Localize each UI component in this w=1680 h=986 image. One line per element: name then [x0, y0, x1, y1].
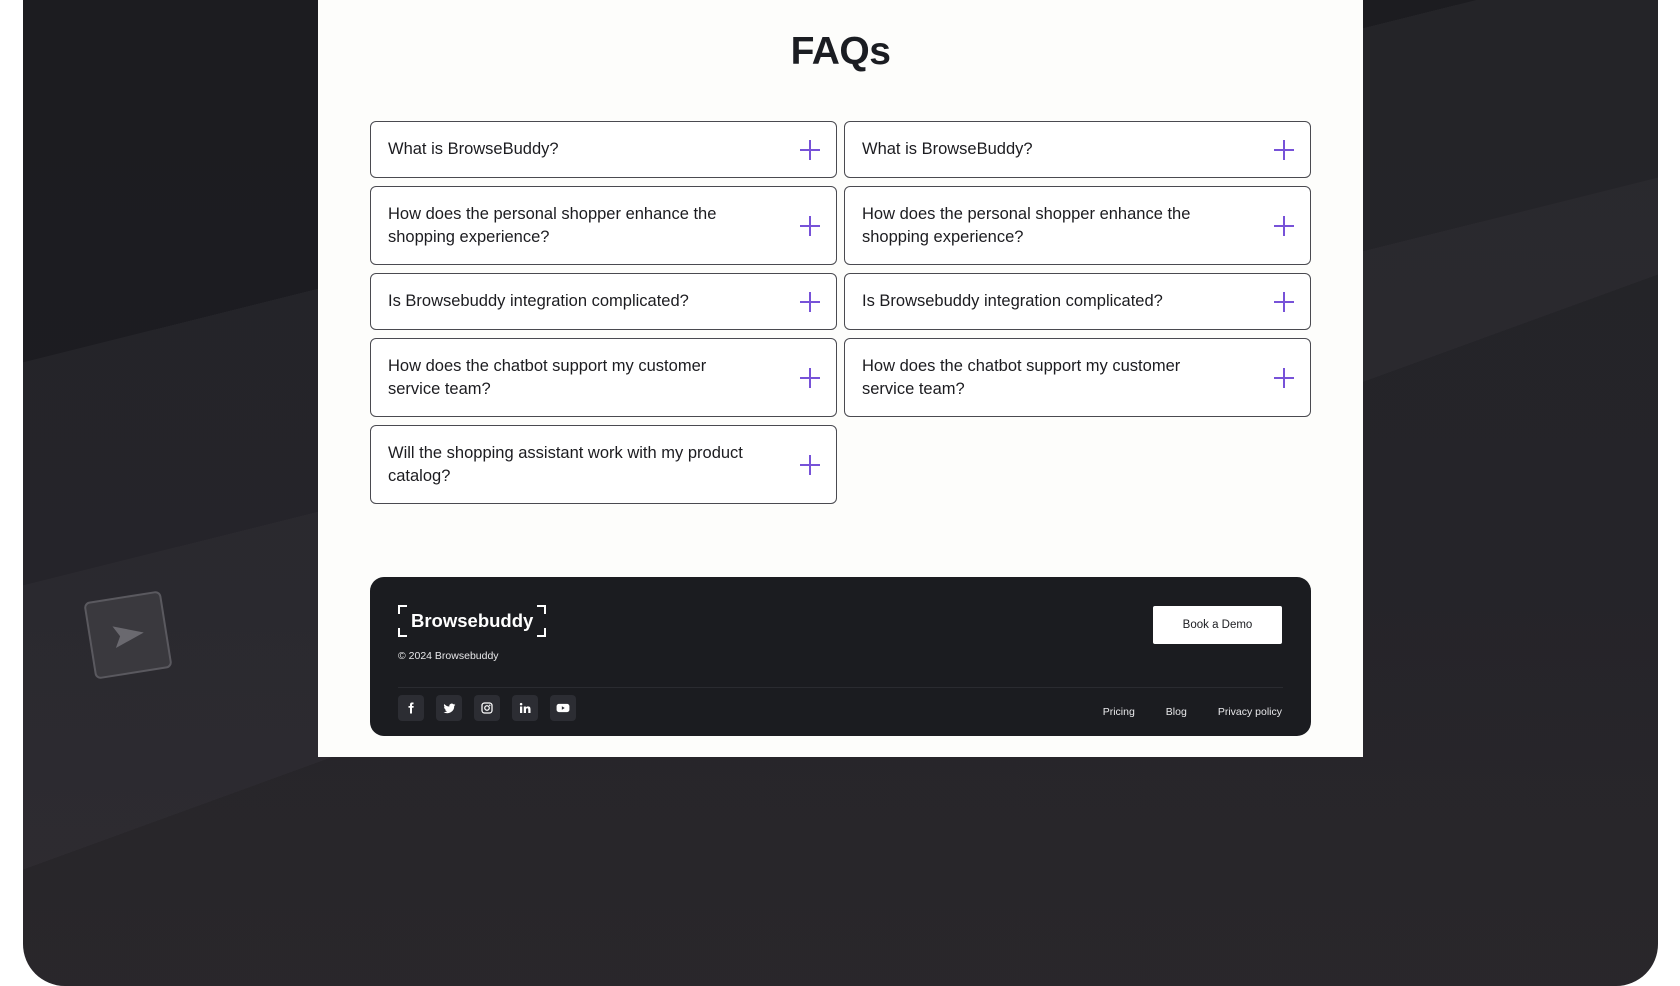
plus-icon[interactable]: [1274, 291, 1294, 312]
footer-link-blog[interactable]: Blog: [1166, 706, 1187, 718]
plus-icon[interactable]: [800, 367, 820, 388]
faq-question: Is Browsebuddy integration complicated?: [388, 292, 689, 310]
faq-title: FAQs: [790, 30, 891, 73]
plus-icon[interactable]: [800, 139, 820, 160]
social-links: [398, 695, 576, 721]
faq-item[interactable]: How does the personal shopper enhance th…: [370, 186, 837, 265]
faq-question: How does the personal shopper enhance th…: [862, 204, 1191, 246]
site-footer: Browsebuddy © 2024 Browsebuddy Book a De…: [370, 577, 1311, 736]
faq-question: How does the personal shopper enhance th…: [388, 204, 717, 246]
footer-brand-logo[interactable]: Browsebuddy: [398, 605, 547, 637]
plus-icon[interactable]: [800, 291, 820, 312]
twitter-icon[interactable]: [436, 695, 462, 721]
linkedin-icon[interactable]: [512, 695, 538, 721]
faq-item[interactable]: How does the personal shopper enhance th…: [844, 186, 1311, 265]
footer-divider: [398, 687, 1283, 688]
plus-icon[interactable]: [1274, 139, 1294, 160]
faq-question: What is BrowseBuddy?: [862, 140, 1033, 158]
bracket-corner: [398, 628, 407, 637]
app-logo-tile-icon: [83, 590, 173, 680]
copyright-text: © 2024 Browsebuddy: [398, 650, 499, 662]
faq-item[interactable]: Is Browsebuddy integration complicated?: [370, 273, 837, 330]
footer-links: Pricing Blog Privacy policy: [1103, 706, 1282, 718]
instagram-icon[interactable]: [474, 695, 500, 721]
faq-question: Will the shopping assistant work with my…: [388, 443, 743, 485]
faq-question: How does the chatbot support my customer…: [388, 356, 707, 398]
faq-item[interactable]: How does the chatbot support my customer…: [370, 338, 837, 417]
bracket-corner: [537, 605, 547, 614]
plus-icon[interactable]: [1274, 215, 1294, 236]
footer-link-pricing[interactable]: Pricing: [1103, 706, 1135, 718]
faq-item[interactable]: Will the shopping assistant work with my…: [370, 425, 837, 504]
faq-item[interactable]: How does the chatbot support my customer…: [844, 338, 1311, 417]
plus-icon[interactable]: [800, 454, 820, 475]
faq-question: How does the chatbot support my customer…: [862, 356, 1181, 398]
facebook-icon[interactable]: [398, 695, 424, 721]
faq-question: What is BrowseBuddy?: [388, 140, 559, 158]
plus-icon[interactable]: [1274, 367, 1294, 388]
bracket-corner: [537, 628, 547, 637]
faq-item[interactable]: What is BrowseBuddy?: [844, 121, 1311, 178]
send-arrow-icon: [112, 626, 144, 649]
footer-link-privacy[interactable]: Privacy policy: [1218, 706, 1282, 718]
plus-icon[interactable]: [800, 215, 820, 236]
faq-item[interactable]: What is BrowseBuddy?: [370, 121, 837, 178]
bracket-corner: [398, 605, 407, 614]
brand-name: Browsebuddy: [411, 610, 534, 631]
faq-item[interactable]: Is Browsebuddy integration complicated?: [844, 273, 1311, 330]
faq-question: Is Browsebuddy integration complicated?: [862, 292, 1163, 310]
website-page: FAQs What is BrowseBuddy? What is Browse…: [318, 0, 1363, 757]
book-demo-button[interactable]: Book a Demo: [1153, 606, 1282, 644]
youtube-icon[interactable]: [550, 695, 576, 721]
